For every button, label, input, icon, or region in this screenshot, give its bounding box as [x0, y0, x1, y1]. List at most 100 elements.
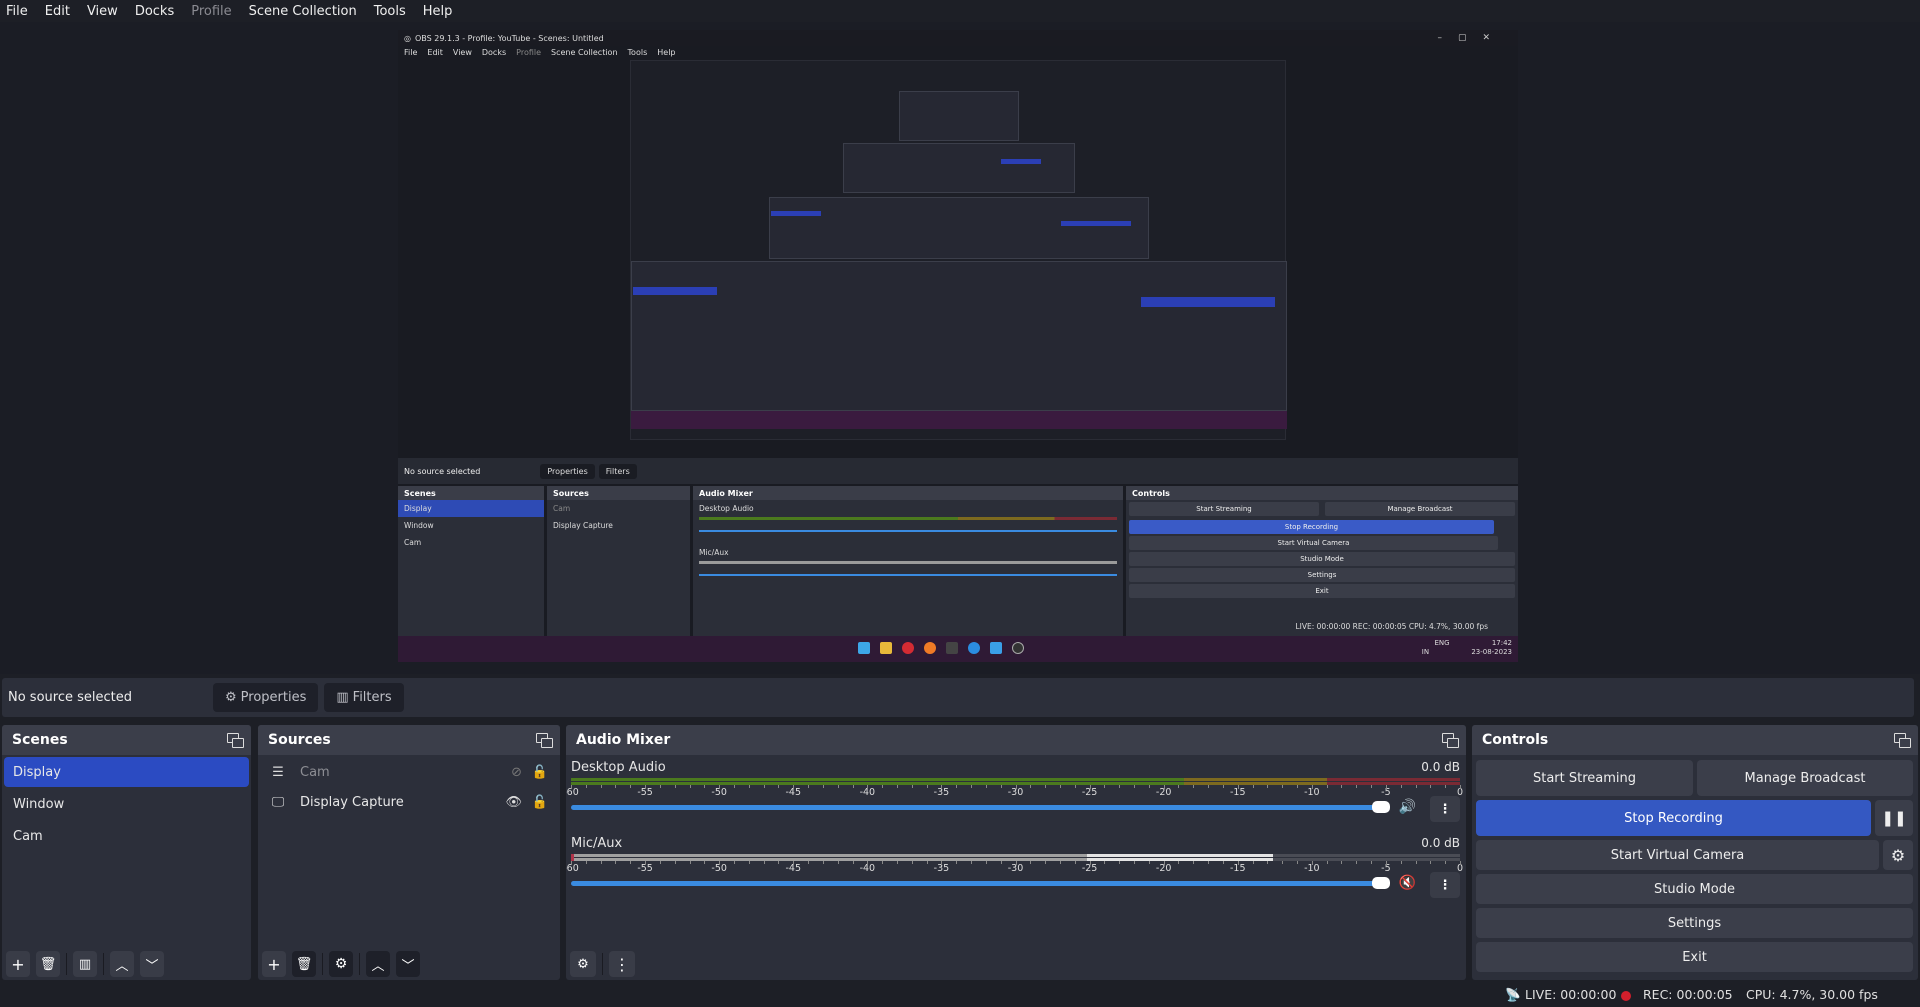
tick-mark — [1371, 785, 1373, 788]
nested-menu-item: File — [404, 48, 418, 57]
studio-mode-button[interactable]: Studio Mode — [1476, 874, 1913, 904]
nested-channel: Desktop Audio — [699, 504, 754, 513]
eye-icon[interactable]: 👁 — [505, 795, 522, 810]
tick-mark — [1030, 861, 1032, 864]
volume-slider-handle[interactable] — [1372, 801, 1390, 813]
tick-mark — [733, 785, 735, 788]
scene-down-button[interactable]: ﹀ — [140, 951, 164, 977]
tick-mark — [896, 861, 898, 864]
tick-mark — [585, 861, 587, 864]
menu-view[interactable]: View — [87, 4, 118, 19]
add-source-button[interactable]: + — [262, 951, 286, 977]
preview-canvas[interactable]: ◎ OBS 29.1.3 - Profile: YouTube - Scenes… — [398, 30, 1518, 662]
menu-file[interactable]: File — [6, 4, 28, 19]
remove-source-button[interactable]: 🗑 — [292, 951, 316, 977]
speaker-muted-icon[interactable]: 🔇 — [1399, 875, 1416, 891]
tick-mark — [615, 785, 617, 788]
scene-item-window[interactable]: Window — [4, 789, 249, 819]
volume-slider[interactable] — [571, 881, 1380, 886]
tick-mark — [1356, 785, 1358, 788]
nested-scenes: Scenes Display Window Cam — [398, 486, 544, 636]
menu-edit[interactable]: Edit — [45, 4, 70, 19]
nested-filters: Filters — [598, 463, 637, 479]
unlock-icon[interactable]: 🔓 — [532, 795, 548, 810]
volume-slider-handle[interactable] — [1372, 877, 1390, 889]
nested-scene: Display — [398, 500, 544, 517]
tick-mark — [645, 785, 647, 789]
source-properties-button[interactable]: ⚙ — [329, 951, 353, 977]
source-down-button[interactable]: ﹀ — [396, 951, 420, 977]
stop-recording-button[interactable]: Stop Recording — [1476, 800, 1871, 836]
mixer-menu-button[interactable]: ⋮ — [609, 951, 635, 977]
tick-mark — [674, 861, 676, 864]
eye-hidden-icon[interactable]: ⊘ — [511, 765, 522, 780]
manage-broadcast-button[interactable]: Manage Broadcast — [1697, 760, 1913, 796]
undock-icon[interactable] — [536, 733, 553, 748]
start-virtual-camera-button[interactable]: Start Virtual Camera — [1476, 840, 1879, 870]
kebab-icon: ⋮ — [1438, 877, 1452, 893]
tick-mark — [733, 861, 735, 864]
menu-profile[interactable]: Profile — [191, 4, 231, 19]
tick-mark — [1015, 861, 1017, 865]
meter-ticks: -60-55-50-45-40-35-30-25-20-15-10-50 — [566, 861, 1463, 875]
source-up-button[interactable]: ︿ — [366, 951, 390, 977]
tick-mark — [1430, 861, 1432, 864]
unlock-icon[interactable]: 🔓 — [532, 765, 548, 780]
monitor-icon: 🖵 — [271, 794, 285, 810]
channel-menu-button[interactable]: ⋮ — [1430, 872, 1460, 898]
scene-up-button[interactable]: ︿ — [110, 951, 134, 977]
tick-mark — [1326, 785, 1328, 788]
source-item-display-capture[interactable]: 🖵 Display Capture 👁 🔓 — [258, 787, 560, 817]
tick-mark — [571, 861, 572, 865]
menu-help[interactable]: Help — [423, 4, 453, 19]
separator — [602, 953, 603, 975]
source-item-cam[interactable]: ☰ Cam ⊘ 🔓 — [258, 757, 560, 787]
scene-item-cam[interactable]: Cam — [4, 821, 249, 851]
advanced-audio-button[interactable]: ⚙ — [570, 951, 596, 977]
remove-scene-button[interactable]: 🗑 — [36, 951, 60, 977]
add-scene-button[interactable]: + — [6, 951, 30, 977]
separator — [103, 953, 104, 975]
channel-menu-button[interactable]: ⋮ — [1430, 796, 1460, 822]
pause-recording-button[interactable]: ❚❚ — [1875, 800, 1913, 836]
start-streaming-button[interactable]: Start Streaming — [1476, 760, 1693, 796]
recursion-highlight — [633, 287, 717, 295]
nested-docks: Scenes Display Window Cam Sources Cam Di… — [398, 486, 1518, 636]
scene-item-display[interactable]: Display — [4, 757, 249, 787]
volume-slider[interactable] — [571, 805, 1380, 810]
menu-scene-collection[interactable]: Scene Collection — [249, 4, 357, 19]
undock-icon[interactable] — [227, 733, 244, 748]
tick-mark — [659, 861, 661, 864]
tick-mark — [1119, 785, 1121, 788]
nested-volume — [699, 574, 1117, 576]
undock-icon[interactable] — [1894, 733, 1911, 748]
undock-icon[interactable] — [1442, 733, 1459, 748]
speaker-icon[interactable]: 🔊 — [1399, 799, 1416, 815]
tick-mark — [1208, 785, 1210, 788]
tick-mark — [763, 861, 765, 864]
tick-mark — [778, 861, 780, 864]
tick-mark — [1341, 861, 1343, 864]
nested-menu-item: Profile — [516, 48, 542, 57]
tick-mark — [808, 861, 810, 864]
rec-time: REC: 00:00:05 — [1643, 987, 1733, 1002]
scenes-dock: Scenes Display Window Cam + 🗑 ▥ ︿ ﹀ — [2, 725, 251, 980]
tick-mark — [1134, 861, 1136, 864]
status-bar: 📡 LIVE: 00:00:00 REC: 00:00:05 CPU: 4.7%… — [0, 982, 1920, 1007]
scene-filters-button[interactable]: ▥ — [73, 951, 97, 977]
scenes-header: Scenes — [2, 725, 251, 755]
virtual-camera-settings-button[interactable]: ⚙ — [1883, 840, 1913, 870]
tick-mark — [1178, 861, 1180, 864]
menu-tools[interactable]: Tools — [374, 4, 406, 19]
preview-area[interactable]: ◎ OBS 29.1.3 - Profile: YouTube - Scenes… — [0, 22, 1920, 674]
nested-dock-title: Controls — [1126, 486, 1518, 500]
tick-mark — [1445, 861, 1447, 864]
settings-button[interactable]: Settings — [1476, 908, 1913, 938]
tick-mark — [1445, 785, 1447, 788]
volume-meter — [571, 854, 1460, 861]
tick-mark — [867, 861, 869, 865]
properties-button[interactable]: ⚙ Properties — [213, 683, 319, 712]
exit-button[interactable]: Exit — [1476, 942, 1913, 972]
filters-button[interactable]: ▥ Filters — [324, 683, 404, 712]
menu-docks[interactable]: Docks — [135, 4, 174, 19]
